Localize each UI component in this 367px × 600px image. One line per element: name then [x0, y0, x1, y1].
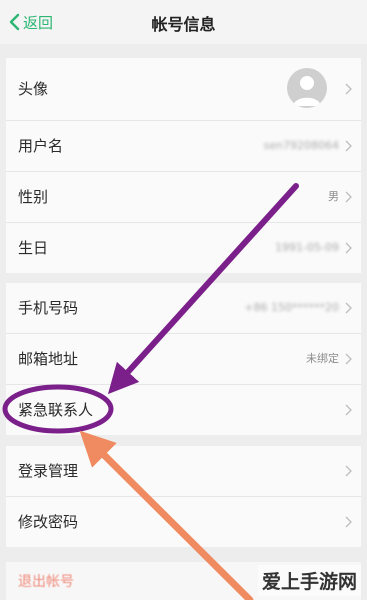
- change-password-label: 修改密码: [18, 513, 79, 531]
- email-label: 邮箱地址: [18, 350, 79, 368]
- chevron-right-icon: [345, 191, 352, 203]
- row-phone[interactable]: 手机号码 +86 150******20: [6, 283, 361, 334]
- row-email[interactable]: 邮箱地址 未绑定: [6, 334, 361, 385]
- login-management-label: 登录管理: [18, 462, 79, 480]
- avatar-label: 头像: [18, 80, 49, 98]
- chevron-right-icon: [345, 465, 352, 477]
- chevron-right-icon: [345, 404, 352, 416]
- page-title: 帐号信息: [151, 15, 216, 34]
- chevron-right-icon: [345, 353, 352, 365]
- row-gender[interactable]: 性别 男: [6, 172, 361, 223]
- avatar[interactable]: [287, 68, 327, 108]
- chevron-right-icon: [345, 83, 352, 95]
- watermark: 爱上手游网: [257, 565, 361, 596]
- emergency-contact-label: 紧急联系人: [18, 401, 94, 419]
- chevron-right-icon: [345, 302, 352, 314]
- gender-value: 男: [328, 190, 339, 203]
- row-login-management[interactable]: 登录管理: [6, 446, 361, 497]
- row-change-password[interactable]: 修改密码: [6, 497, 361, 547]
- chevron-right-icon: [345, 516, 352, 528]
- logout-label: 退出帐号: [18, 574, 74, 590]
- avatar-placeholder-icon: [293, 76, 321, 106]
- row-username[interactable]: 用户名 sen79208064: [6, 121, 361, 172]
- security-group: 登录管理 修改密码: [6, 446, 361, 547]
- chevron-right-icon: [345, 242, 352, 254]
- contact-group: 手机号码 +86 150******20 邮箱地址 未绑定 紧急联系人: [6, 283, 361, 435]
- profile-group: 头像 用户名 sen79208064 性别 男 生日 1991-05-09: [6, 58, 361, 273]
- username-value: sen79208064: [263, 139, 339, 152]
- username-label: 用户名: [18, 137, 64, 155]
- birthday-value: 1991-05-09: [275, 241, 339, 254]
- chevron-right-icon: [345, 140, 352, 152]
- row-birthday[interactable]: 生日 1991-05-09: [6, 223, 361, 273]
- phone-label: 手机号码: [18, 299, 79, 317]
- phone-value: +86 150******20: [244, 301, 339, 314]
- row-emergency-contact[interactable]: 紧急联系人: [6, 385, 361, 435]
- email-value: 未绑定: [306, 352, 339, 365]
- row-avatar[interactable]: 头像: [6, 58, 361, 121]
- gender-label: 性别: [18, 188, 49, 206]
- top-bar: 返回 帐号信息: [0, 0, 367, 44]
- birthday-label: 生日: [18, 239, 49, 257]
